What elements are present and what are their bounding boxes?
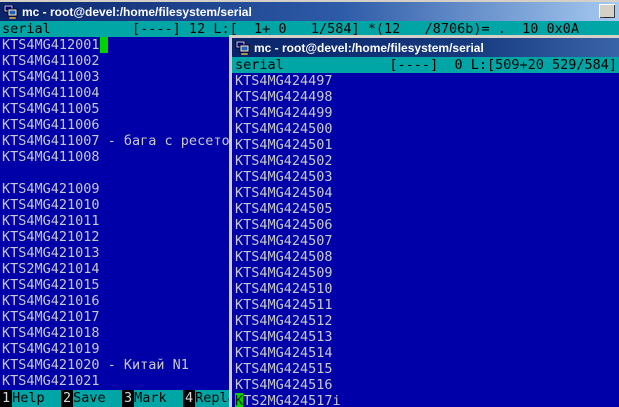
fkey-number: 2	[61, 390, 73, 407]
window-title: mc - root@devel:/home/filesystem/serial	[22, 4, 252, 20]
editor-line: KTS4MG424512	[235, 313, 619, 329]
fkey-number: 4	[183, 390, 195, 407]
telnet-computers-icon	[3, 5, 18, 19]
editor-line: KTS4MG424510	[235, 281, 619, 297]
editor-statusline-front: serial [----] 0 L:[509+20 529/584]	[232, 57, 619, 73]
editor-line: KTS4MG424514	[235, 345, 619, 361]
editor-line: KTS4MG424497	[235, 73, 619, 89]
editor-line: KTS4MG424508	[235, 249, 619, 265]
editor-line: KTS4MG424498	[235, 89, 619, 105]
editor-line: KTS4MG424501	[235, 137, 619, 153]
terminal-cursor: K	[235, 393, 243, 407]
fkey-label: Help	[12, 390, 61, 407]
editor-line: KTS4MG424507	[235, 233, 619, 249]
editor-line: KTS4MG424499	[235, 105, 619, 121]
editor-line: KTS2MG424517i	[235, 393, 619, 407]
editor-line: KTS4MG424506	[235, 217, 619, 233]
fkey-save[interactable]: 2Save	[61, 390, 122, 407]
terminal-cursor	[100, 37, 108, 53]
telnet-computers-icon	[235, 41, 250, 55]
editor-line: KTS4MG424513	[235, 329, 619, 345]
editor-line: KTS4MG424504	[235, 185, 619, 201]
titlebar-front[interactable]: mc - root@devel:/home/filesystem/serial	[232, 38, 619, 57]
editor-line: KTS4MG424502	[235, 153, 619, 169]
editor-line: KTS4MG424509	[235, 265, 619, 281]
editor-line: KTS4MG424515	[235, 361, 619, 377]
editor-line: KTS4MG424511	[235, 297, 619, 313]
fkey-number: 1	[0, 390, 12, 407]
fkey-mark[interactable]: 3Mark	[122, 390, 183, 407]
window-editor-front[interactable]: mc - root@devel:/home/filesystem/serial …	[229, 35, 619, 407]
screen: mc - root@devel:/home/filesystem/serial …	[0, 0, 619, 407]
editor-line: KTS4MG424516	[235, 377, 619, 393]
titlebar-back[interactable]: mc - root@devel:/home/filesystem/serial …	[0, 2, 619, 21]
fkey-number: 3	[122, 390, 134, 407]
fkey-label: Save	[73, 390, 122, 407]
editor-content-front: KTS4MG424497KTS4MG424498KTS4MG424499KTS4…	[232, 73, 619, 407]
window-title: mc - root@devel:/home/filesystem/serial	[254, 40, 484, 56]
fkey-label: Mark	[134, 390, 183, 407]
editor-line: KTS4MG424505	[235, 201, 619, 217]
fkey-help[interactable]: 1Help	[0, 390, 61, 407]
minimize-button[interactable]: _	[599, 4, 615, 18]
editor-line: KTS4MG424500	[235, 121, 619, 137]
editor-line: KTS4MG424503	[235, 169, 619, 185]
